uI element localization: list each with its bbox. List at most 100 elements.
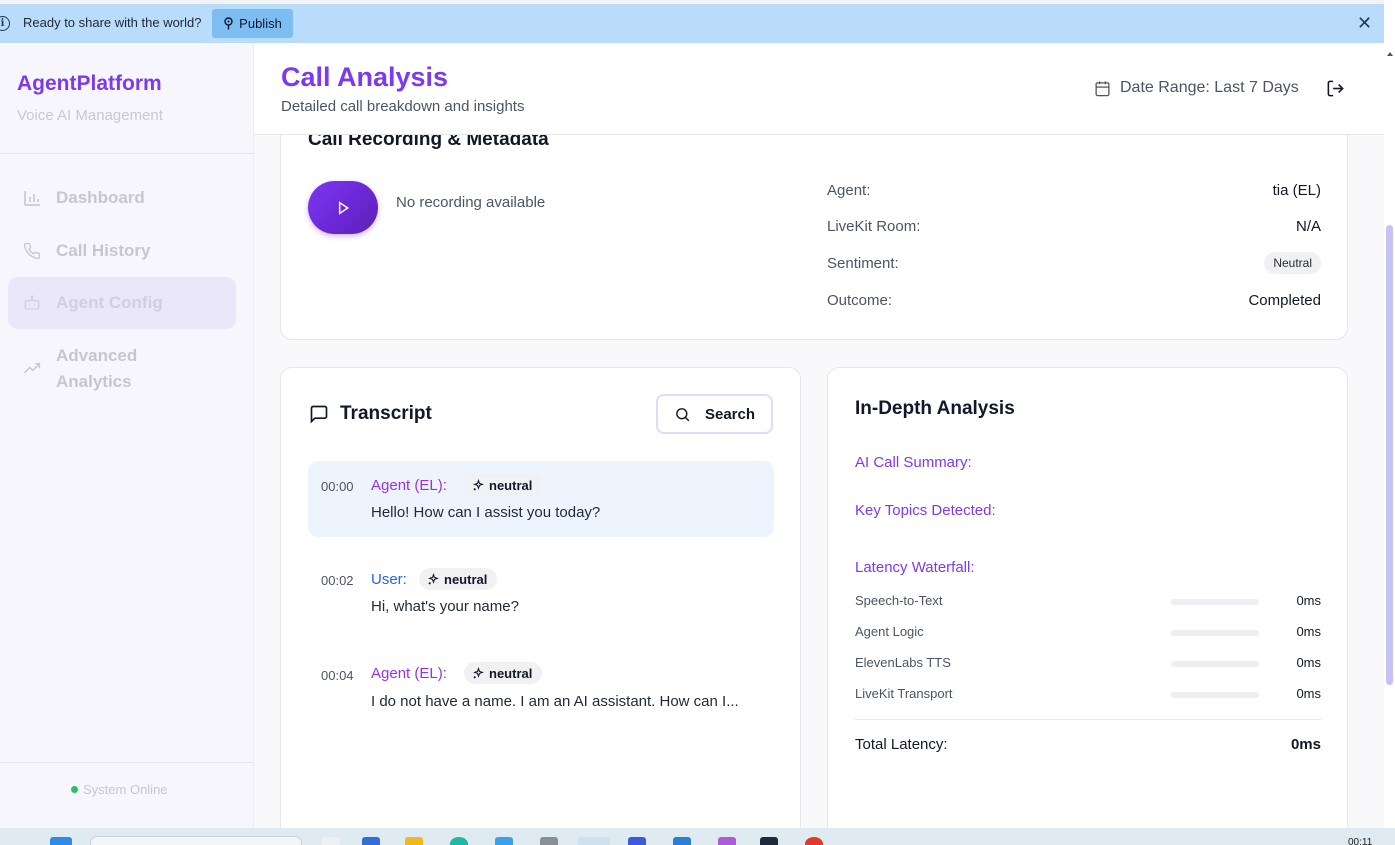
phone-icon	[22, 241, 42, 261]
latency-value: 0ms	[1296, 655, 1321, 670]
active-app-icon[interactable]	[578, 837, 610, 845]
task-view-icon[interactable]	[322, 837, 340, 845]
calendar-icon	[1095, 80, 1110, 96]
total-latency-label: Total Latency:	[855, 736, 948, 753]
sidebar-item-label: Call History	[56, 241, 151, 260]
meta-value: N/A	[1295, 218, 1321, 235]
sidebar-item-advanced-analytics[interactable]: Advanced Analytics	[8, 341, 236, 397]
store-icon[interactable]	[495, 837, 513, 845]
analysis-divider	[855, 719, 1321, 720]
info-icon: i	[0, 16, 10, 31]
page-scrollbar[interactable]	[1384, 0, 1395, 828]
message-square-icon	[310, 405, 328, 424]
message-speaker: User:	[371, 571, 407, 588]
no-recording-text: No recording available	[396, 194, 546, 211]
latency-bar	[1171, 661, 1259, 667]
sentiment-tag-label: neutral	[444, 571, 488, 587]
system-status: System Online	[71, 782, 168, 797]
sparkles-icon	[473, 666, 484, 678]
meta-row-livekit-room: LiveKit Room: N/A	[827, 218, 1321, 235]
meta-value: Completed	[1248, 292, 1321, 309]
search-label: Search	[704, 405, 756, 423]
meta-key: Sentiment:	[827, 254, 899, 272]
publish-button[interactable]: Publish	[212, 9, 293, 38]
latency-name: Speech-to-Text	[855, 593, 943, 608]
page-header: Call Analysis Detailed call breakdown an…	[254, 43, 1384, 135]
status-label: System Online	[83, 782, 168, 797]
app-icon[interactable]	[760, 837, 778, 845]
message-time: 00:00	[321, 479, 354, 494]
play-icon	[338, 200, 349, 215]
analysis-title: In-Depth Analysis	[855, 398, 1015, 419]
sentiment-tag: neutral	[464, 662, 543, 684]
brand-title: AgentPlatform	[17, 72, 162, 95]
publish-icon	[224, 17, 233, 30]
app-icon[interactable]	[673, 837, 691, 845]
latency-value: 0ms	[1296, 624, 1321, 639]
copilot-icon[interactable]	[362, 837, 380, 845]
transcript-message[interactable]: 00:02 User: neutral Hi, what's your name…	[308, 555, 774, 631]
latency-value: 0ms	[1296, 686, 1321, 701]
calendar-app-icon[interactable]	[628, 837, 646, 845]
latency-row-elevenlabs-tts: ElevenLabs TTS 0ms	[855, 655, 1321, 670]
sidebar-item-dashboard[interactable]: Dashboard	[8, 172, 236, 224]
sentiment-tag-label: neutral	[489, 665, 533, 681]
sidebar: AgentPlatform Voice AI Management Dashbo…	[0, 43, 254, 828]
sentiment-tag-label: neutral	[489, 477, 533, 493]
meta-row-sentiment: Sentiment: Neutral	[827, 252, 1321, 274]
publish-label: Publish	[239, 16, 282, 31]
date-range-picker[interactable]: Date Range: Last 7 Days	[1094, 79, 1299, 97]
search-icon	[676, 407, 690, 421]
scroll-up-arrow-icon[interactable]	[1387, 52, 1393, 56]
latency-row-livekit-transport: LiveKit Transport 0ms	[855, 686, 1321, 701]
bar-chart-icon	[22, 188, 42, 208]
close-icon[interactable]: ✕	[1357, 14, 1372, 32]
total-latency-row: Total Latency: 0ms	[855, 736, 1321, 753]
meta-key: Outcome:	[827, 292, 893, 309]
analysis-card: In-Depth Analysis AI Call Summary: Key T…	[827, 367, 1348, 828]
date-range-label: Date Range: Last 7 Days	[1120, 79, 1299, 96]
edge-browser-icon[interactable]	[450, 837, 468, 845]
sidebar-item-call-history[interactable]: Call History	[8, 225, 236, 277]
transcript-message[interactable]: 00:04 Agent (EL): neutral I do not have …	[308, 649, 774, 749]
message-speaker: Agent (EL):	[371, 477, 447, 494]
recording-title: Call Recording & Metadata	[308, 135, 549, 150]
latency-name: Agent Logic	[855, 624, 924, 639]
sidebar-item-label: Advanced Analytics	[56, 346, 138, 391]
transcript-message[interactable]: 00:00 Agent (EL): neutral Hello! How can…	[308, 461, 774, 537]
banner-message: Ready to share with the world?	[23, 15, 202, 30]
latency-row-speech-to-text: Speech-to-Text 0ms	[855, 593, 1321, 608]
logout-icon[interactable]	[1326, 79, 1345, 103]
os-taskbar: 00:11	[0, 828, 1395, 845]
app-icon[interactable]	[805, 837, 823, 845]
trending-up-icon	[22, 359, 42, 379]
ai-summary-label: AI Call Summary:	[855, 454, 972, 471]
latency-bar	[1171, 630, 1259, 636]
message-text: I do not have a name. I am an AI assista…	[371, 693, 739, 710]
page-title: Call Analysis	[281, 62, 449, 92]
message-text: Hello! How can I assist you today?	[371, 504, 601, 521]
file-explorer-icon[interactable]	[405, 837, 423, 845]
main-content: Call Recording & Metadata No recording a…	[254, 135, 1384, 828]
app-icon[interactable]	[718, 837, 736, 845]
windows-start-icon[interactable]	[50, 837, 72, 845]
status-dot-icon	[71, 786, 78, 793]
sentiment-tag: neutral	[464, 474, 543, 496]
latency-name: ElevenLabs TTS	[855, 655, 951, 670]
latency-waterfall-label: Latency Waterfall:	[855, 559, 975, 576]
meta-row-agent: Agent: tia (EL)	[827, 182, 1321, 199]
play-button[interactable]	[308, 181, 378, 234]
publish-banner: i Ready to share with the world? Publish…	[0, 4, 1384, 43]
sidebar-item-agent-config[interactable]: Agent Config	[8, 277, 236, 329]
app-icon[interactable]	[540, 837, 558, 845]
latency-bar	[1171, 692, 1259, 698]
taskbar-search-box[interactable]	[90, 836, 302, 845]
bot-icon	[22, 293, 42, 313]
transcript-title: Transcript	[340, 403, 432, 424]
latency-row-agent-logic: Agent Logic 0ms	[855, 624, 1321, 639]
scrollbar-thumb[interactable]	[1386, 225, 1393, 685]
transcript-search-button[interactable]: Search	[656, 394, 773, 434]
sparkles-icon	[428, 572, 439, 584]
total-latency-value: 0ms	[1290, 736, 1321, 753]
transcript-card: Transcript Search 00:00 Agent (EL): neut…	[280, 367, 801, 828]
